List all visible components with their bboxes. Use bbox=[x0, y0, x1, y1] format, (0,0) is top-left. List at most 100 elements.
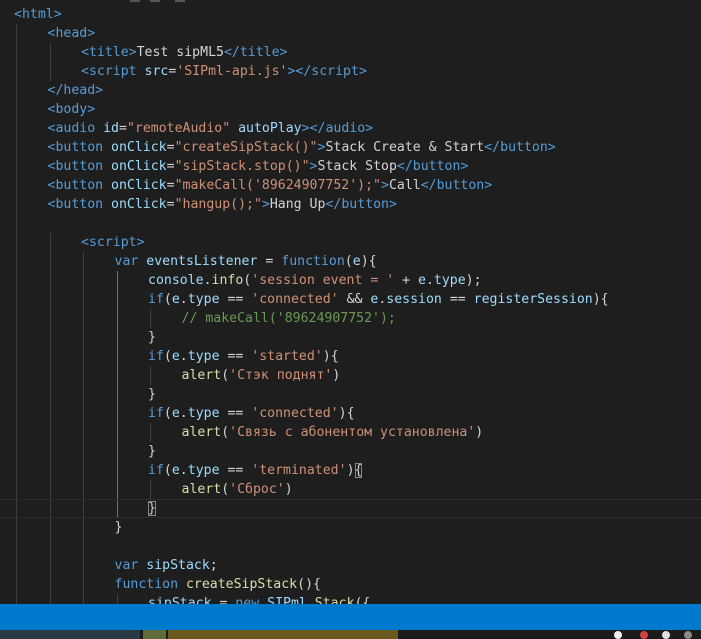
code-token: > bbox=[53, 7, 62, 22]
code-token: if bbox=[148, 292, 164, 307]
code-token: > bbox=[365, 121, 374, 136]
code-token: = bbox=[211, 596, 236, 604]
code-line: var eventsListener = function(e){ bbox=[0, 252, 701, 271]
code-token: html bbox=[21, 7, 54, 22]
code-token: 'started' bbox=[251, 349, 323, 364]
code-token: SIPml bbox=[267, 596, 307, 604]
code-token: < bbox=[81, 64, 89, 79]
code-line: alert('Сброс') bbox=[0, 480, 701, 499]
code-line: } bbox=[0, 442, 701, 461]
code-token: audio bbox=[325, 121, 366, 136]
code-line: <script src='SIPml-api.js'></script> bbox=[0, 62, 701, 81]
code-line: alert('Связь с абонентом установлена') bbox=[0, 423, 701, 442]
code-token: 'SIPml-api.js' bbox=[176, 64, 288, 79]
code-token: > bbox=[309, 159, 318, 174]
code-token: ( bbox=[221, 425, 230, 440]
code-line: <title>Test sipML5</title> bbox=[0, 43, 701, 62]
code-token: </ bbox=[420, 178, 437, 193]
code-token: type bbox=[187, 406, 220, 421]
code-token: e bbox=[171, 349, 180, 364]
code-token: ; bbox=[209, 558, 218, 573]
code-token: . bbox=[179, 463, 188, 478]
code-token: . bbox=[179, 292, 188, 307]
code-line: // makeCall('89624907752'); bbox=[0, 309, 701, 328]
code-token: > bbox=[136, 235, 145, 250]
code-token: < bbox=[81, 45, 89, 60]
code-token: == bbox=[219, 406, 252, 421]
code-token: ( bbox=[163, 292, 172, 307]
code-token: </ bbox=[484, 140, 501, 155]
code-token: } bbox=[114, 520, 123, 535]
code-token: button bbox=[412, 159, 461, 174]
code-line: <button onClick="sipStack.stop()">Stack … bbox=[0, 157, 701, 176]
code-token: e bbox=[171, 463, 180, 478]
code-token: type bbox=[187, 463, 220, 478]
code-line: } bbox=[0, 385, 701, 404]
code-token: "makeCall('89624907752');" bbox=[174, 178, 381, 193]
code-token: Stack Create & Start bbox=[325, 140, 485, 155]
code-token: </ bbox=[396, 159, 413, 174]
code-token: ( bbox=[344, 254, 353, 269]
code-token: button bbox=[55, 140, 112, 155]
code-token: body bbox=[55, 102, 88, 117]
code-token: ); bbox=[465, 273, 482, 288]
code-token: > bbox=[388, 197, 397, 212]
code-token: . bbox=[306, 596, 315, 604]
code-token: registerSession bbox=[473, 292, 593, 307]
code-token: var bbox=[114, 254, 147, 269]
code-token: } bbox=[148, 444, 156, 459]
code-token: type bbox=[187, 292, 220, 307]
code-token: eventsListener bbox=[146, 254, 258, 269]
code-token: Stack Stop bbox=[317, 159, 397, 174]
code-line: alert('Стэк поднят') bbox=[0, 366, 701, 385]
code-token: ></ bbox=[301, 121, 326, 136]
code-token: onClick bbox=[111, 140, 167, 155]
code-token: alert bbox=[181, 368, 222, 383]
code-token: new bbox=[235, 596, 268, 604]
code-token: autoPlay bbox=[238, 121, 302, 136]
code-token: </ bbox=[325, 197, 342, 212]
code-token: "sipStack.stop()" bbox=[174, 159, 310, 174]
code-token: > bbox=[484, 178, 493, 193]
code-token: > bbox=[128, 45, 137, 60]
code-token: ></ bbox=[287, 64, 312, 79]
code-token: == bbox=[219, 463, 252, 478]
code-token: src bbox=[144, 64, 169, 79]
code-token: e bbox=[171, 406, 180, 421]
app-icon[interactable] bbox=[640, 631, 648, 639]
code-token: 'session event = ' bbox=[251, 273, 395, 288]
code-token: onClick bbox=[111, 197, 167, 212]
code-token: ){ bbox=[592, 292, 609, 307]
app-icon[interactable] bbox=[662, 631, 670, 639]
code-token: // makeCall('89624907752'); bbox=[181, 311, 396, 326]
taskbar bbox=[0, 630, 701, 639]
code-line: } bbox=[0, 499, 701, 518]
code-line: } bbox=[0, 328, 701, 347]
code-token: ) bbox=[332, 368, 341, 383]
code-token: type bbox=[433, 273, 466, 288]
code-token: = bbox=[166, 159, 175, 174]
code-token: ){ bbox=[338, 406, 355, 421]
code-token: onClick bbox=[111, 178, 167, 193]
code-token: "hangup();" bbox=[174, 197, 262, 212]
code-token: 'connected' bbox=[251, 292, 339, 307]
code-token: + bbox=[394, 273, 418, 288]
code-token: } bbox=[148, 387, 156, 402]
code-line: <audio id="remoteAudio" autoPlay></audio… bbox=[0, 119, 701, 138]
code-token: ) bbox=[284, 482, 293, 497]
code-token: if bbox=[148, 463, 164, 478]
code-token: { bbox=[354, 463, 363, 478]
code-token: ) bbox=[346, 463, 355, 478]
code-token: info bbox=[211, 273, 244, 288]
code-line: </head> bbox=[0, 81, 701, 100]
code-token: var bbox=[114, 558, 147, 573]
app-icon[interactable] bbox=[614, 631, 622, 639]
code-token: > bbox=[381, 178, 389, 193]
code-editor[interactable]: <html> <head> <title>Test sipML5</title> <s… bbox=[0, 0, 701, 604]
code-token: button bbox=[436, 178, 485, 193]
app-icon[interactable] bbox=[684, 631, 692, 639]
code-token: ( bbox=[221, 482, 230, 497]
code-token: ){ bbox=[360, 254, 377, 269]
